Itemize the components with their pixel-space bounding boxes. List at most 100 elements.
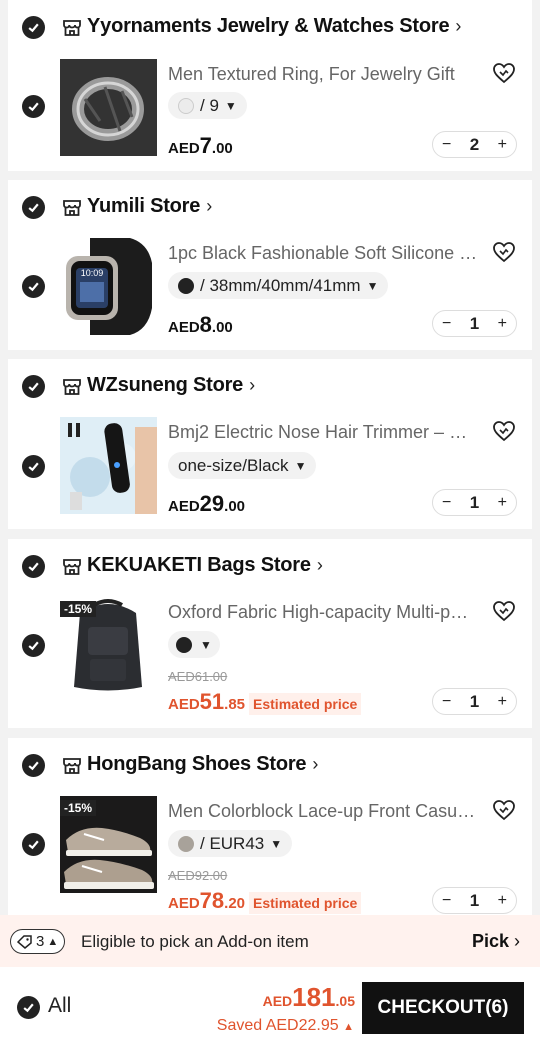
item-checkbox[interactable]: [22, 95, 45, 118]
increase-button[interactable]: +: [498, 693, 507, 711]
check-icon: [28, 641, 39, 651]
chevron-down-icon: ▼: [270, 836, 283, 851]
tag-icon: [17, 934, 32, 949]
check-icon: [28, 23, 39, 33]
decrease-button[interactable]: −: [442, 693, 451, 711]
check-icon: [28, 462, 39, 472]
wishlist-heart-icon[interactable]: [492, 799, 516, 821]
decrease-button[interactable]: −: [442, 136, 451, 154]
store-name: KEKUAKETI Bags Store: [87, 554, 311, 576]
wishlist-heart-icon[interactable]: [492, 420, 516, 442]
product-title[interactable]: Oxford Fabric High-capacity Multi-purpos…: [168, 602, 478, 623]
wishlist-heart-icon[interactable]: [492, 62, 516, 84]
item-checkbox[interactable]: [22, 455, 45, 478]
watch-time: 10:09: [81, 268, 104, 278]
store-card: Yumili Store › 10:09 1pc Black Fashionabl…: [8, 180, 532, 350]
store-checkbox[interactable]: [22, 555, 45, 578]
quantity-value: 1: [469, 691, 480, 711]
store-name: Yumili Store: [87, 195, 201, 217]
variant-label: / 9: [200, 95, 219, 115]
shop-icon: [63, 379, 81, 395]
store-checkbox[interactable]: [22, 375, 45, 398]
chevron-right-icon: ›: [316, 555, 323, 575]
check-icon: [28, 282, 39, 292]
product-image-watch[interactable]: 10:09: [60, 238, 157, 335]
addon-count-badge[interactable]: 3 ▲: [10, 929, 66, 954]
chevron-right-icon: ›: [514, 931, 521, 951]
estimated-price-label: Estimated price: [249, 693, 362, 715]
quantity-stepper[interactable]: − 1 +: [432, 688, 517, 715]
variant-label: / 38mm/40mm/41mm: [200, 275, 361, 295]
store-checkbox[interactable]: [22, 754, 45, 777]
store-header[interactable]: KEKUAKETI Bags Store ›: [8, 539, 532, 595]
chevron-down-icon: ▼: [224, 98, 237, 113]
shop-icon: [63, 200, 81, 216]
check-icon: [28, 102, 39, 112]
quantity-stepper[interactable]: − 1 +: [432, 310, 517, 337]
item-checkbox[interactable]: [22, 634, 45, 657]
increase-button[interactable]: +: [498, 494, 507, 512]
product-price: AED78.20 Estimated price: [168, 888, 362, 914]
decrease-button[interactable]: −: [442, 892, 451, 910]
original-price: AED61.00: [168, 669, 228, 684]
product-price: AED7.00: [168, 133, 233, 158]
addon-count: 3: [36, 933, 45, 950]
store-header[interactable]: Yumili Store ›: [8, 180, 532, 236]
decrease-button[interactable]: −: [442, 494, 451, 512]
estimated-price-label: Estimated price: [249, 892, 362, 914]
quantity-stepper[interactable]: − 1 +: [432, 489, 517, 516]
variant-label: one-size/Black: [178, 455, 289, 475]
item-checkbox[interactable]: [22, 275, 45, 298]
product-title[interactable]: Men Textured Ring, For Jewelry Gift: [168, 64, 478, 85]
product-price: AED8.00: [168, 312, 233, 337]
checkout-button[interactable]: CHECKOUT(6): [362, 982, 524, 1034]
quantity-value: 1: [469, 313, 480, 333]
checkout-bar: All AED181.05 Saved AED22.95 ▲ CHECKOUT(…: [0, 967, 540, 1047]
quantity-value: 1: [469, 890, 480, 910]
store-name: WZsuneng Store: [87, 374, 244, 396]
addon-banner[interactable]: 3 ▲ Eligible to pick an Add-on item Pick…: [0, 915, 540, 967]
wishlist-heart-icon[interactable]: [492, 241, 516, 263]
variant-selector[interactable]: / 9 ▼: [168, 92, 247, 119]
product-price: AED29.00: [168, 491, 246, 516]
addon-pick-link[interactable]: Pick ›: [472, 931, 520, 952]
variant-selector[interactable]: / 38mm/40mm/41mm ▼: [168, 272, 389, 299]
select-all-checkbox[interactable]: [17, 996, 40, 1019]
product-title[interactable]: 1pc Black Fashionable Soft Silicone Watc…: [168, 243, 478, 264]
product-title[interactable]: Men Colorblock Lace-up Front Casual Shoe…: [168, 801, 478, 822]
wishlist-heart-icon[interactable]: [492, 600, 516, 622]
chevron-up-icon: ▲: [343, 1021, 354, 1033]
quantity-value: 2: [469, 134, 480, 154]
variant-selector[interactable]: / EUR43 ▼: [168, 830, 293, 857]
chevron-down-icon: ▼: [366, 278, 379, 293]
total-price: AED181.05: [262, 982, 355, 1012]
saved-amount[interactable]: Saved AED22.95 ▲: [217, 1017, 354, 1035]
product-image-ring[interactable]: [60, 59, 157, 156]
decrease-button[interactable]: −: [442, 315, 451, 333]
chevron-right-icon: ›: [206, 196, 212, 216]
item-checkbox[interactable]: [22, 833, 45, 856]
store-header[interactable]: Yyornaments Jewelry & Watches Store ›: [8, 0, 532, 56]
variant-selector[interactable]: one-size/Black ▼: [168, 452, 317, 479]
increase-button[interactable]: +: [498, 136, 507, 154]
select-all-label[interactable]: All: [48, 994, 71, 1018]
increase-button[interactable]: +: [498, 315, 507, 333]
quantity-stepper[interactable]: − 1 +: [432, 887, 517, 914]
store-checkbox[interactable]: [22, 16, 45, 39]
product-image-trimmer[interactable]: [60, 417, 157, 514]
product-title[interactable]: Bmj2 Electric Nose Hair Trimmer – Portab…: [168, 422, 478, 443]
product-price: AED51.85 Estimated price: [168, 689, 362, 715]
variant-selector[interactable]: ▼: [168, 631, 220, 658]
quantity-stepper[interactable]: − 2 +: [432, 131, 517, 158]
check-icon: [28, 203, 39, 213]
store-header[interactable]: HongBang Shoes Store ›: [8, 738, 532, 794]
increase-button[interactable]: +: [498, 892, 507, 910]
store-checkbox[interactable]: [22, 196, 45, 219]
color-swatch: [178, 97, 194, 114]
color-swatch: [176, 636, 192, 653]
color-swatch: [178, 835, 194, 852]
chevron-right-icon: ›: [249, 375, 255, 395]
chevron-down-icon: ▼: [294, 458, 307, 473]
original-price: AED92.00: [168, 868, 228, 883]
store-header[interactable]: WZsuneng Store ›: [8, 359, 532, 415]
